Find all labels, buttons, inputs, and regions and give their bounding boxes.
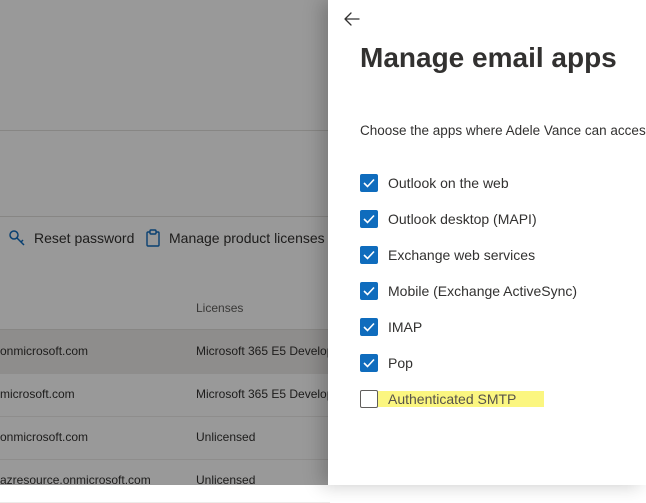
outlook-web-checkbox[interactable] (360, 174, 378, 192)
option-authenticated-smtp[interactable]: Authenticated SMTP (360, 388, 545, 410)
option-exchange-web-services[interactable]: Exchange web services (360, 244, 535, 266)
option-outlook-desktop[interactable]: Outlook desktop (MAPI) (360, 208, 537, 230)
checkmark-icon (363, 322, 375, 332)
mobile-activesync-checkbox[interactable] (360, 282, 378, 300)
option-outlook-web[interactable]: Outlook on the web (360, 172, 509, 194)
checkmark-icon (363, 214, 375, 224)
imap-checkbox[interactable] (360, 318, 378, 336)
option-mobile-activesync[interactable]: Mobile (Exchange ActiveSync) (360, 280, 577, 302)
option-label: IMAP (388, 319, 423, 335)
checkmark-icon (363, 178, 375, 188)
option-label: Pop (388, 355, 413, 371)
checkmark-icon (363, 250, 375, 260)
option-label-highlighted: Authenticated SMTP (378, 391, 545, 407)
option-label: Outlook on the web (388, 175, 509, 191)
option-imap[interactable]: IMAP (360, 316, 422, 338)
pop-checkbox[interactable] (360, 354, 378, 372)
checkmark-icon (363, 358, 375, 368)
option-pop[interactable]: Pop (360, 352, 413, 374)
outlook-desktop-checkbox[interactable] (360, 210, 378, 228)
manage-email-apps-panel: Manage email apps Choose the apps where … (328, 0, 646, 485)
option-label: Mobile (Exchange ActiveSync) (388, 283, 578, 299)
option-label: Exchange web services (388, 247, 536, 263)
checkmark-icon (363, 286, 375, 296)
authenticated-smtp-checkbox[interactable] (360, 390, 378, 408)
panel-title: Manage email apps (360, 42, 617, 73)
option-label: Outlook desktop (MAPI) (388, 211, 537, 227)
back-arrow-icon (344, 12, 360, 26)
exchange-web-services-checkbox[interactable] (360, 246, 378, 264)
back-button[interactable] (342, 10, 362, 28)
panel-description: Choose the apps where Adele Vance can ac… (360, 123, 646, 138)
